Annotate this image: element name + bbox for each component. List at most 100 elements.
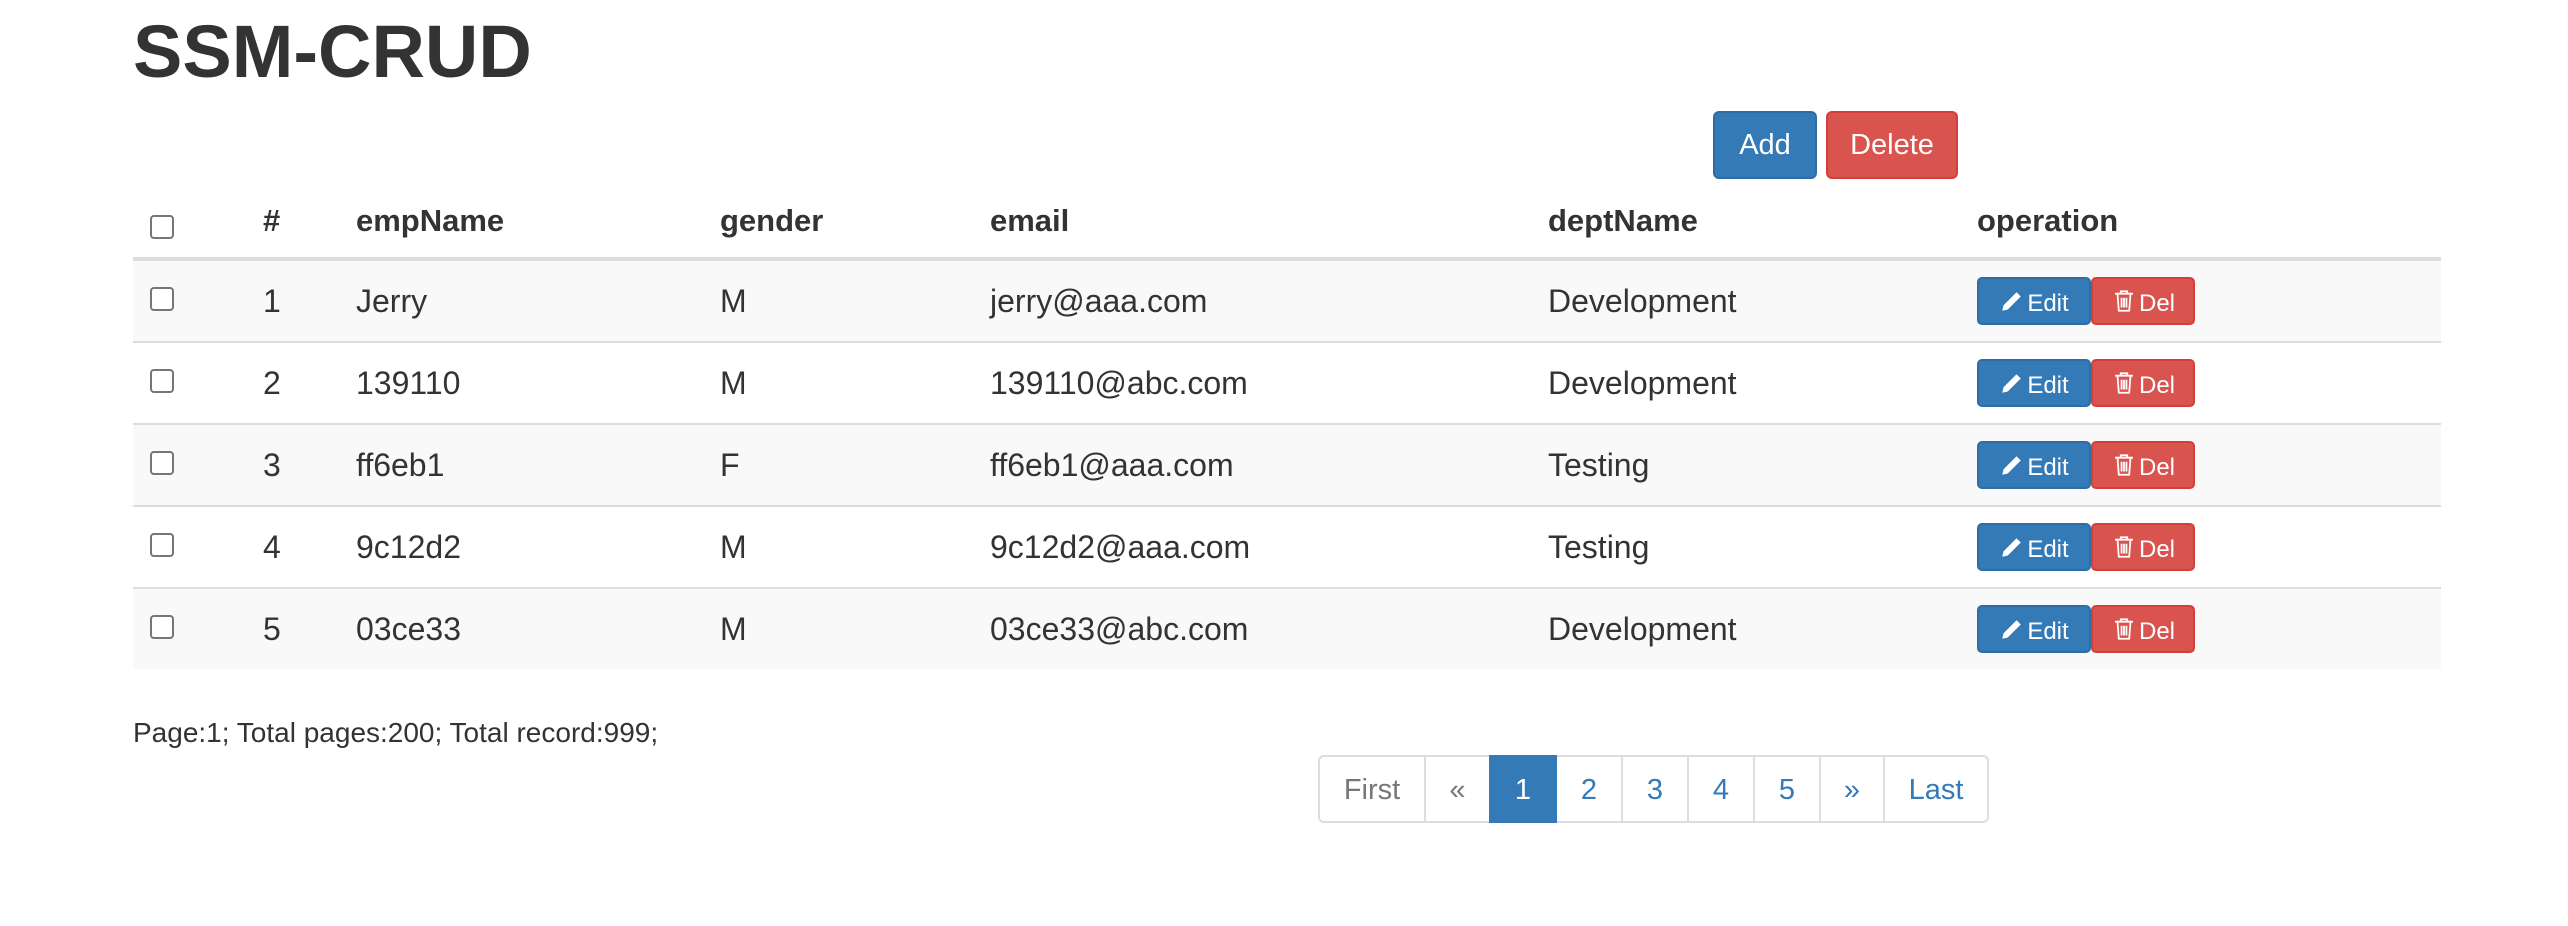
pagination-page[interactable]: 1 xyxy=(1489,755,1557,823)
cell-deptname: Development xyxy=(1548,259,1977,343)
pencil-icon xyxy=(1999,538,2027,560)
del-button[interactable]: Del xyxy=(2091,277,2195,325)
cell-deptname: Development xyxy=(1548,588,1977,669)
edit-button[interactable]: Edit xyxy=(1977,441,2091,489)
column-header-gender: gender xyxy=(720,185,990,261)
del-button[interactable]: Del xyxy=(2091,359,2195,407)
row-checkbox[interactable] xyxy=(150,369,174,394)
cell-email: ff6eb1@aaa.com xyxy=(990,424,1548,507)
cell-deptname: Testing xyxy=(1548,506,1977,589)
trash-icon xyxy=(2111,372,2139,396)
cell-operation: Edit Del xyxy=(1977,506,2441,589)
cell-empname: 9c12d2 xyxy=(356,506,720,589)
pagination-page[interactable]: 3 xyxy=(1621,755,1689,823)
row-select-cell xyxy=(133,588,263,669)
row-select-cell xyxy=(133,259,263,343)
cell-deptname: Testing xyxy=(1548,424,1977,507)
edit-button[interactable]: Edit xyxy=(1977,277,2091,325)
del-button[interactable]: Del xyxy=(2091,605,2195,653)
employee-table: # empName gender email deptName operatio… xyxy=(133,185,2441,669)
delete-button[interactable]: Delete xyxy=(1826,111,1958,179)
cell-email: 03ce33@abc.com xyxy=(990,588,1548,669)
del-button[interactable]: Del xyxy=(2091,523,2195,571)
table-header-row: # empName gender email deptName operatio… xyxy=(133,185,2441,261)
pencil-icon xyxy=(1999,374,2027,396)
trash-icon xyxy=(2111,290,2139,314)
cell-empname: Jerry xyxy=(356,259,720,343)
column-header-empname: empName xyxy=(356,185,720,261)
del-label: Del xyxy=(2138,454,2175,481)
cell-operation: Edit Del xyxy=(1977,588,2441,669)
column-header-operation: operation xyxy=(1977,185,2441,261)
pencil-icon xyxy=(1999,620,2027,642)
cell-gender: F xyxy=(720,424,990,507)
column-header-id: # xyxy=(263,185,356,261)
row-select-cell xyxy=(133,506,263,589)
cell-gender: M xyxy=(720,259,990,343)
cell-gender: M xyxy=(720,588,990,669)
table-row: 1 Jerry Mjerry@aaa.com Development Edit Del xyxy=(133,259,2441,343)
del-label: Del xyxy=(2138,536,2175,563)
pagination-page[interactable]: 5 xyxy=(1753,755,1821,823)
row-checkbox[interactable] xyxy=(150,533,174,558)
cell-id: 4 xyxy=(263,506,356,589)
cell-email: 9c12d2@aaa.com xyxy=(990,506,1548,589)
del-label: Del xyxy=(2138,290,2175,317)
column-header-deptname: deptName xyxy=(1548,185,1977,261)
table-row: 4 9c12d2 M 9c12d2@aaa.com Testing Edit Del xyxy=(133,506,2441,589)
pagination-page[interactable]: 4 xyxy=(1687,755,1755,823)
row-select-cell xyxy=(133,342,263,425)
cell-id: 3 xyxy=(263,424,356,507)
del-label: Del xyxy=(2138,618,2175,645)
cell-email: 139110@abc.com xyxy=(990,342,1548,425)
cell-empname: ff6eb1 xyxy=(356,424,720,507)
trash-icon xyxy=(2111,618,2139,642)
edit-label: Edit xyxy=(2027,454,2069,481)
trash-icon xyxy=(2111,536,2139,560)
edit-label: Edit xyxy=(2027,536,2069,563)
cell-empname: 03ce33 xyxy=(356,588,720,669)
pencil-icon xyxy=(1999,456,2027,478)
cell-id: 5 xyxy=(263,588,356,669)
edit-button[interactable]: Edit xyxy=(1977,359,2091,407)
pagination-prev[interactable]: « xyxy=(1424,755,1491,823)
add-button[interactable]: Add xyxy=(1713,111,1817,179)
pagination-last[interactable]: Last xyxy=(1883,755,1989,823)
cell-deptname: Development xyxy=(1548,342,1977,425)
edit-button[interactable]: Edit xyxy=(1977,523,2091,571)
pagination: First « 1 2 3 4 5 » Last xyxy=(1318,755,1989,823)
del-button[interactable]: Del xyxy=(2091,441,2195,489)
cell-id: 2 xyxy=(263,342,356,425)
edit-label: Edit xyxy=(2027,290,2069,317)
pagination-first[interactable]: First xyxy=(1318,755,1426,823)
row-checkbox[interactable] xyxy=(150,451,174,476)
del-label: Del xyxy=(2138,372,2175,399)
cell-operation: Edit Del xyxy=(1977,259,2441,343)
cell-operation: Edit Del xyxy=(1977,424,2441,507)
row-checkbox[interactable] xyxy=(150,287,174,312)
pagination-page[interactable]: 2 xyxy=(1555,755,1623,823)
table-body: 1 Jerry Mjerry@aaa.com Development Edit Del 2 1… xyxy=(133,259,2441,669)
pencil-icon xyxy=(1999,292,2027,314)
row-select-cell xyxy=(133,424,263,507)
cell-id: 1 xyxy=(263,259,356,343)
header-select-all-cell xyxy=(133,185,263,261)
cell-gender: M xyxy=(720,506,990,589)
pagination-next[interactable]: » xyxy=(1819,755,1885,823)
row-checkbox[interactable] xyxy=(150,615,174,640)
page-title: SSM-CRUD xyxy=(133,10,532,93)
cell-gender: M xyxy=(720,342,990,425)
table-row: 2 139110 M 139110@abc.com Development Edit Del xyxy=(133,342,2441,425)
trash-icon xyxy=(2111,454,2139,478)
table-row: 3 ff6eb1 Fff6eb1@aaa.com Testing Edit Del xyxy=(133,424,2441,507)
page-info: Page:1; Total pages:200; Total record:99… xyxy=(133,717,659,748)
cell-email: jerry@aaa.com xyxy=(990,259,1548,343)
select-all-checkbox[interactable] xyxy=(150,215,174,240)
table-row: 5 03ce33 M 03ce33@abc.com Development Edit Del xyxy=(133,588,2441,669)
edit-label: Edit xyxy=(2027,372,2069,399)
edit-label: Edit xyxy=(2027,618,2069,645)
edit-button[interactable]: Edit xyxy=(1977,605,2091,653)
column-header-email: email xyxy=(990,185,1548,261)
cell-empname: 139110 xyxy=(356,342,720,425)
cell-operation: Edit Del xyxy=(1977,342,2441,425)
